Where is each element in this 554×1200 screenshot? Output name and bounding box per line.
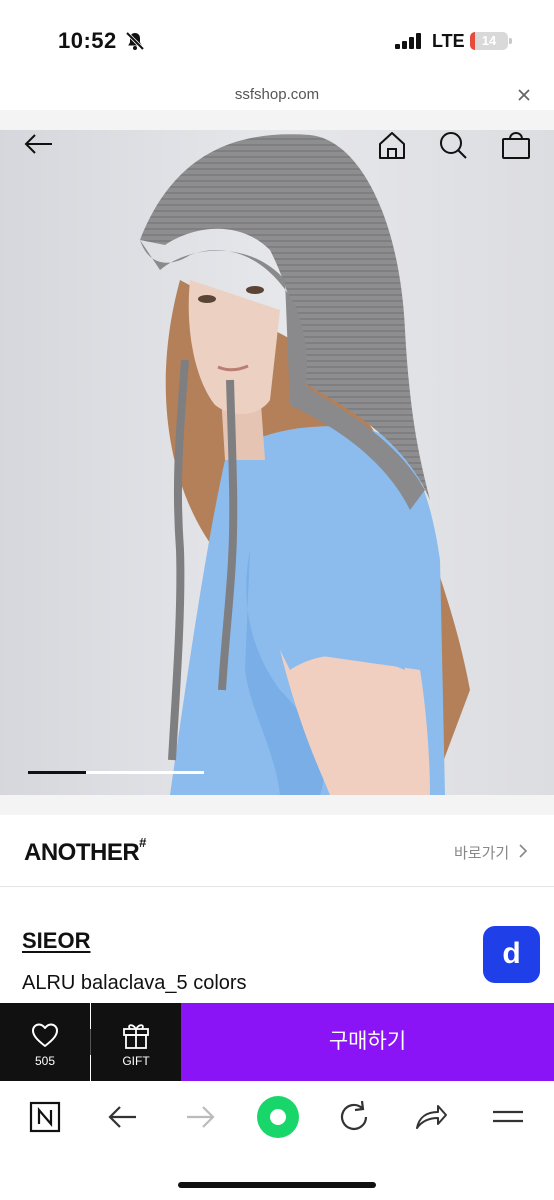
brand-logo[interactable]: ANOTHER# [24,835,146,867]
naver-n-icon[interactable] [26,1097,66,1137]
browser-forward-icon[interactable] [180,1097,220,1137]
back-arrow-icon[interactable] [20,130,56,166]
url-text[interactable]: ssfshop.com [0,86,554,103]
url-divider [0,110,554,130]
browser-back-icon[interactable] [103,1097,143,1137]
home-icon[interactable] [374,130,410,164]
browser-home-green-icon[interactable] [256,1095,300,1139]
buy-button[interactable]: 구매하기 [181,1003,554,1081]
network-label: LTE [432,31,465,51]
battery-cap [509,38,512,44]
signal-icon [395,33,421,49]
like-button[interactable]: 505 [0,1003,90,1081]
brand-shortcut-link[interactable]: 바로가기 [454,842,509,863]
bell-muted-icon [125,31,145,51]
gallery-progress-fill [28,771,87,774]
purchase-action-bar: 505 GIFT 구매하기 [0,1003,554,1081]
gift-label: GIFT [122,1054,150,1068]
gallery-progress-track [28,771,204,774]
chevron-right-icon[interactable] [518,843,528,859]
brand-mark: # [139,835,146,850]
gift-icon [123,1024,149,1049]
heart-icon [32,1023,58,1047]
battery-percent: 14 [481,33,497,48]
refresh-icon[interactable] [334,1097,374,1137]
gift-button[interactable]: GIFT [91,1003,181,1081]
menu-icon[interactable] [488,1097,528,1137]
brand-row[interactable]: ANOTHER# 바로가기 [0,815,554,887]
product-image-gallery[interactable] [0,130,554,795]
close-icon[interactable] [514,85,534,105]
search-icon[interactable] [435,130,471,164]
status-bar: 10:52 LTE 14 [0,0,554,80]
shopping-bag-icon[interactable] [498,130,534,163]
floating-d-button[interactable]: d [483,926,540,983]
status-time: 10:52 [58,28,117,53]
section-gap [0,795,554,815]
product-photo [0,130,554,795]
like-count: 505 [34,1054,56,1068]
product-name: ALRU balaclava_5 colors [22,972,247,994]
share-icon[interactable] [411,1097,451,1137]
home-indicator [178,1182,376,1188]
battery-indicator: 14 [470,32,508,50]
browser-url-bar[interactable]: ssfshop.com [0,80,554,110]
seller-name[interactable]: SIEOR [22,928,90,954]
brand-name: ANOTHER [24,839,140,866]
